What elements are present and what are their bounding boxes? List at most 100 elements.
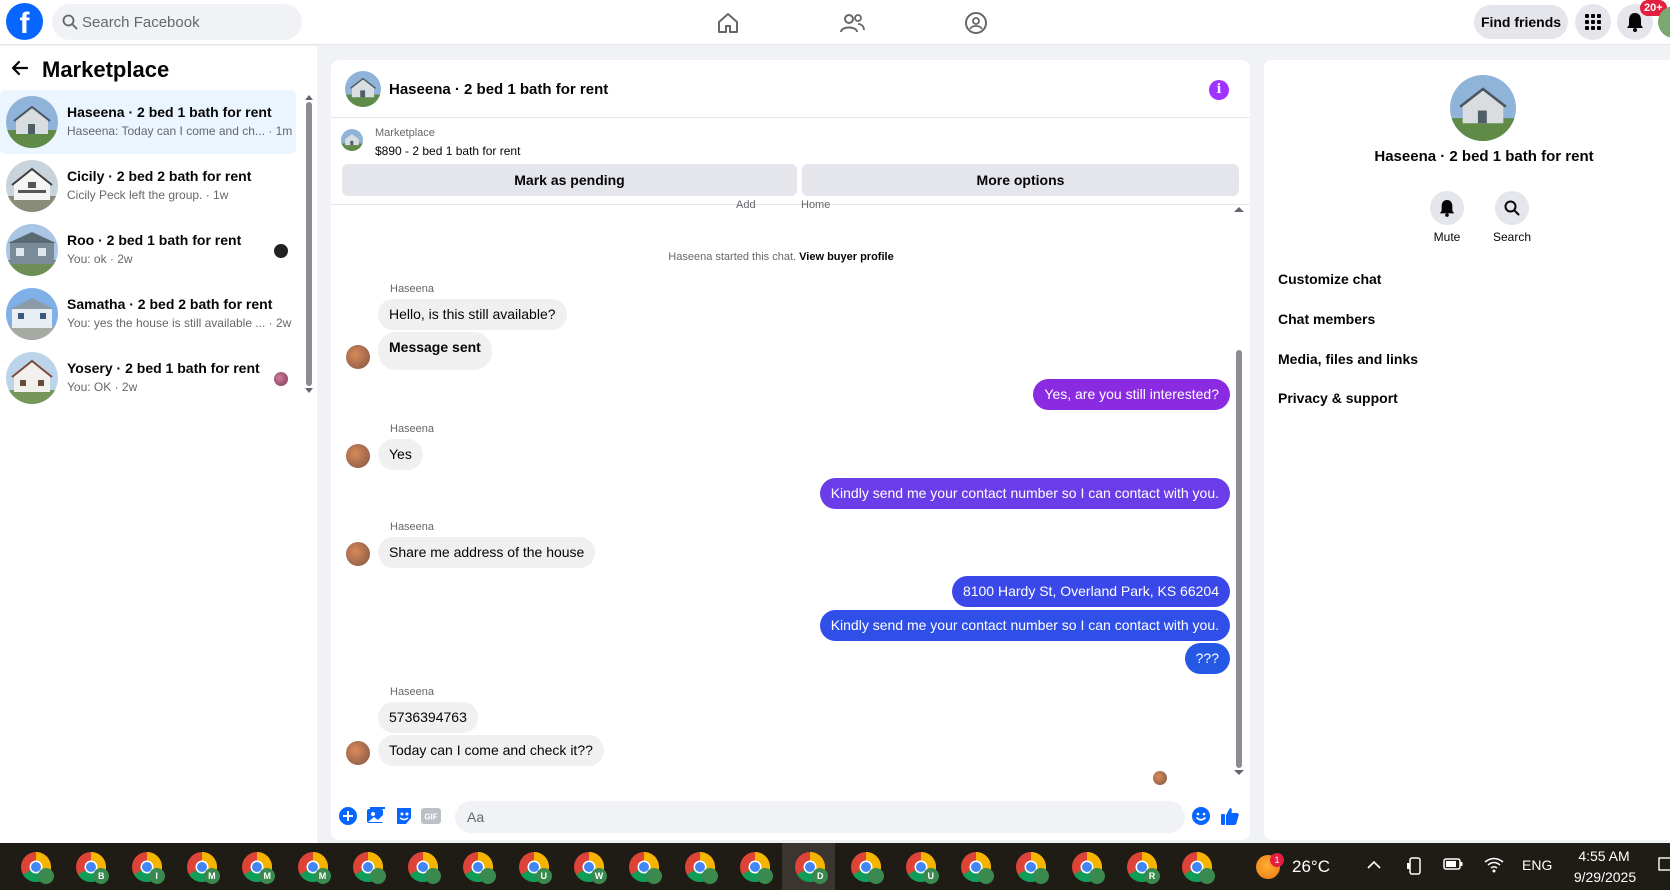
chrome-profile-icon[interactable]: D xyxy=(794,851,829,884)
chat-members-item[interactable]: Chat members xyxy=(1278,311,1375,327)
friends-icon[interactable] xyxy=(837,8,867,38)
chrome-profile-icon[interactable] xyxy=(850,851,884,884)
chrome-profile-icon[interactable] xyxy=(20,851,54,884)
conversation-item-samatha[interactable]: Samatha · 2 bed 2 bath for rent You: yes… xyxy=(0,282,296,346)
search-input[interactable] xyxy=(82,4,292,40)
emoji-icon[interactable] xyxy=(1191,806,1211,826)
chrome-profile-icon[interactable] xyxy=(462,851,497,884)
search-icon xyxy=(62,14,78,33)
notification-center-icon[interactable] xyxy=(1658,857,1670,876)
listing-thumbnail[interactable] xyxy=(341,129,363,151)
back-arrow-icon[interactable] xyxy=(11,59,29,80)
find-friends-button[interactable]: Find friends xyxy=(1474,5,1568,39)
chrome-profile-icon[interactable] xyxy=(684,851,718,884)
gif-icon[interactable]: GIF xyxy=(421,806,441,826)
chat-title[interactable]: Haseena · 2 bed 1 bath for rent xyxy=(389,81,608,98)
chrome-profile-icon[interactable]: U xyxy=(518,851,552,884)
chevron-up-icon[interactable] xyxy=(1366,857,1382,876)
message-bubble-incoming[interactable]: Message sent xyxy=(378,332,492,370)
sender-avatar[interactable] xyxy=(346,444,370,468)
sender-avatar[interactable] xyxy=(346,741,370,765)
bell-icon[interactable] xyxy=(1430,191,1464,225)
temperature-text[interactable]: 26°C xyxy=(1292,857,1330,877)
message-bubble-incoming[interactable]: Share me address of the house xyxy=(378,537,596,568)
search-in-chat-button[interactable]: Search xyxy=(1482,191,1542,244)
conversation-item-haseena[interactable]: Haseena · 2 bed 1 bath for rent Haseena:… xyxy=(0,90,296,154)
conversation-item-yosery[interactable]: Yosery · 2 bed 1 bath for rent You: OK ·… xyxy=(0,346,296,410)
chrome-profile-icon[interactable]: R xyxy=(1126,851,1160,884)
seen-avatar-icon xyxy=(274,244,288,258)
scrollbar-thumb[interactable] xyxy=(1236,350,1242,768)
chrome-profile-icon[interactable]: U xyxy=(905,851,939,884)
listing-thumbnail xyxy=(6,352,58,404)
chrome-profile-icon[interactable] xyxy=(407,851,442,884)
chrome-profile-icon[interactable] xyxy=(1071,851,1105,884)
chrome-profile-icon[interactable]: M xyxy=(186,851,220,884)
view-buyer-profile-link[interactable]: View buyer profile xyxy=(799,251,894,263)
message-bubble-incoming[interactable]: Hello, is this still available? xyxy=(378,299,567,330)
chat-avatar[interactable] xyxy=(345,71,381,107)
chrome-profile-icon[interactable] xyxy=(960,851,995,884)
mark-as-pending-button[interactable]: Mark as pending xyxy=(342,164,797,196)
menu-grid-icon[interactable] xyxy=(1575,4,1611,40)
sender-avatar[interactable] xyxy=(346,542,370,566)
more-options-button[interactable]: More options xyxy=(802,164,1239,196)
clock-date[interactable]: 9/29/2025 xyxy=(1566,869,1644,885)
message-bubble-incoming[interactable]: 5736394763 xyxy=(378,702,478,733)
device-icon[interactable] xyxy=(1407,857,1423,878)
battery-icon[interactable] xyxy=(1443,857,1463,874)
photo-icon[interactable] xyxy=(366,806,386,826)
search-label: Search xyxy=(1492,230,1532,244)
chrome-profile-icon[interactable] xyxy=(739,851,773,884)
chrome-profile-icon[interactable]: I xyxy=(131,851,165,884)
customize-chat-item[interactable]: Customize chat xyxy=(1278,271,1381,287)
like-thumb-icon[interactable] xyxy=(1220,806,1240,826)
marketplace-conversation-list: Marketplace Haseena · 2 bed 1 bath for r… xyxy=(0,46,317,843)
message-bubble-outgoing[interactable]: Kindly send me your contact number so I … xyxy=(819,478,1230,509)
seen-avatar-icon xyxy=(274,372,288,386)
sender-name: Haseena xyxy=(390,423,435,435)
chrome-profile-icon[interactable] xyxy=(628,851,663,884)
chrome-profile-icon[interactable]: B xyxy=(75,851,110,884)
message-bubble-outgoing[interactable]: ??? xyxy=(1184,643,1230,674)
message-bubble-outgoing[interactable]: 8100 Hardy St, Overland Park, KS 66204 xyxy=(951,576,1230,607)
info-icon[interactable]: i xyxy=(1209,80,1229,100)
chrome-profile-icon[interactable] xyxy=(1181,851,1216,884)
message-input[interactable] xyxy=(455,801,1185,833)
sender-avatar[interactable] xyxy=(346,345,370,369)
chat-scrollbar[interactable] xyxy=(1233,206,1245,776)
facebook-logo[interactable]: f xyxy=(6,3,43,40)
message-bubble-incoming[interactable]: Yes xyxy=(378,439,423,470)
message-bubble-outgoing[interactable]: Yes, are you still interested? xyxy=(1033,379,1230,410)
conversation-item-roo[interactable]: Roo · 2 bed 1 bath for rent You: ok · 2w xyxy=(0,218,296,282)
marketplace-label: Marketplace xyxy=(375,127,435,139)
listing-thumbnail xyxy=(6,224,58,276)
chat-panel: Haseena · 2 bed 1 bath for rent i Market… xyxy=(331,60,1250,840)
conversation-item-cicily[interactable]: Cicily · 2 bed 2 bath for rent Cicily Pe… xyxy=(0,154,296,218)
message-bubble-incoming[interactable]: Today can I come and check it?? xyxy=(378,735,604,766)
chrome-profile-icon[interactable]: W xyxy=(573,851,607,884)
home-icon[interactable] xyxy=(713,8,743,38)
search-box[interactable] xyxy=(52,4,302,40)
mute-button[interactable]: Mute xyxy=(1417,191,1477,244)
privacy-support-item[interactable]: Privacy & support xyxy=(1278,390,1398,406)
chrome-profile-icon[interactable]: M xyxy=(297,851,331,884)
sidebar-scrollbar[interactable] xyxy=(305,94,313,394)
system-text: Haseena started this chat. xyxy=(668,251,797,263)
chrome-profile-icon[interactable] xyxy=(352,851,386,884)
chat-details-avatar[interactable] xyxy=(1450,75,1516,141)
chrome-profile-badge: R xyxy=(1144,868,1160,884)
chrome-profile-icon[interactable]: M xyxy=(241,851,276,884)
clock-time[interactable]: 4:55 AM xyxy=(1572,848,1636,864)
groups-icon[interactable] xyxy=(961,8,991,38)
chrome-profile-icon[interactable] xyxy=(1015,851,1050,884)
message-bubble-outgoing[interactable]: Kindly send me your contact number so I … xyxy=(819,610,1230,641)
search-icon[interactable] xyxy=(1495,191,1529,225)
language-indicator[interactable]: ENG xyxy=(1522,857,1552,873)
scrollbar-thumb[interactable] xyxy=(306,102,312,386)
listing-title[interactable]: $890 - 2 bed 1 bath for rent xyxy=(375,144,520,158)
sticker-icon[interactable] xyxy=(394,806,414,826)
wifi-icon[interactable] xyxy=(1484,857,1504,876)
media-files-links-item[interactable]: Media, files and links xyxy=(1278,351,1418,367)
plus-circle-icon[interactable] xyxy=(338,806,358,826)
